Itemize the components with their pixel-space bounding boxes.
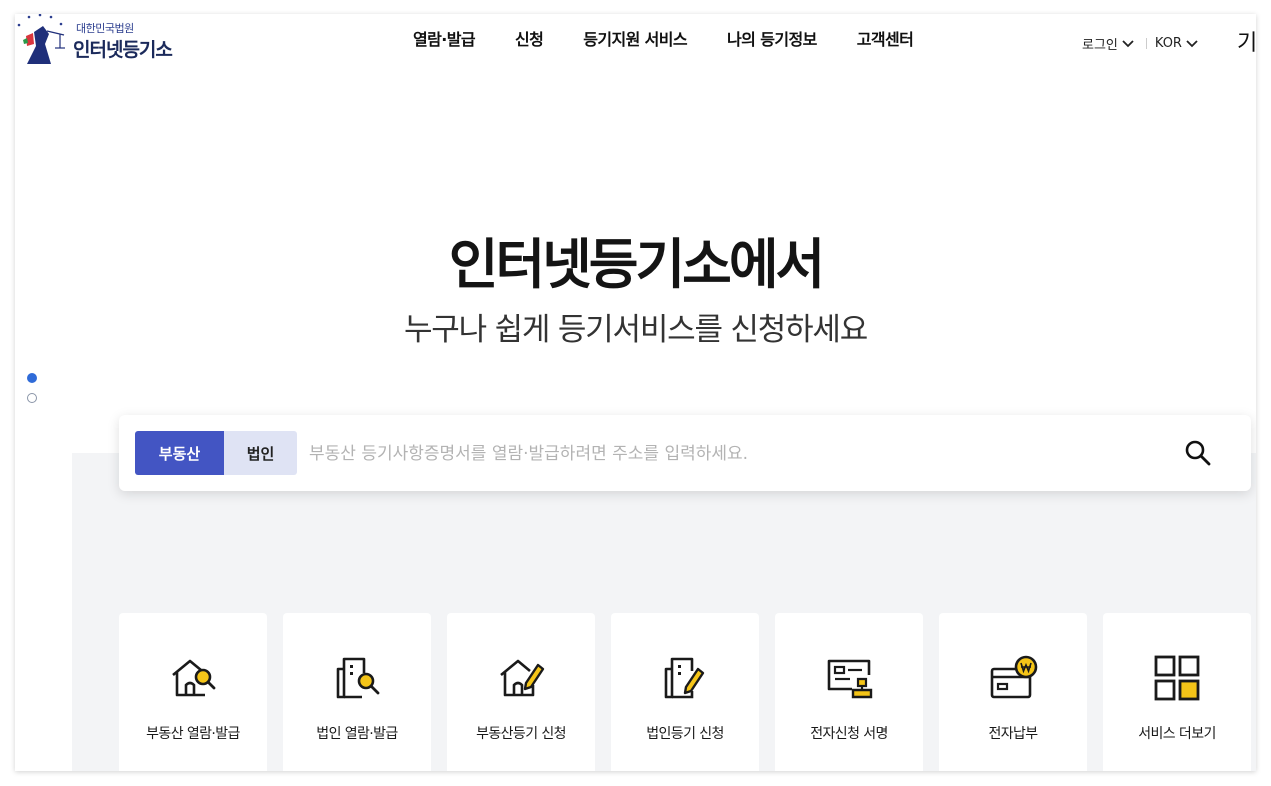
nav-support-services[interactable]: 등기지원 서비스	[583, 26, 687, 50]
quick-card-corporation-view[interactable]: 법인 열람·발급	[283, 613, 431, 771]
quick-card-real-estate-apply[interactable]: 부동산등기 신청	[447, 613, 595, 771]
hero-subtitle: 누구나 쉽게 등기서비스를 신청하세요	[403, 312, 868, 348]
tab-real-estate[interactable]: 부동산	[135, 431, 224, 475]
logo-court-name: 대한민국법원	[76, 22, 134, 35]
stamp-sign-icon	[827, 659, 873, 699]
truncated-menu-item[interactable]: 기	[1237, 25, 1256, 57]
divider	[1145, 38, 1147, 49]
chevron-down-icon	[1186, 39, 1198, 47]
document-pen-icon	[664, 657, 705, 699]
house-search-icon	[172, 659, 216, 697]
hero-title: 인터넷등기소에서	[448, 233, 825, 296]
quick-card-label: 부동산 열람·발급	[146, 726, 240, 742]
quick-card-label: 전자납부	[988, 726, 1038, 742]
chevron-down-icon	[1122, 39, 1134, 47]
quick-card-label: 법인 열람·발급	[316, 726, 398, 742]
court-emblem-icon	[17, 14, 65, 64]
nav-my-registry[interactable]: 나의 등기정보	[727, 26, 817, 50]
language-label: KOR	[1154, 36, 1182, 51]
quick-card-more-services[interactable]: 서비스 더보기	[1103, 613, 1251, 771]
won-payment-icon	[990, 655, 1038, 699]
search-box: 부동산 법인	[119, 415, 1251, 491]
quick-card-label: 전자신청 서명	[810, 726, 888, 742]
quick-card-label: 법인등기 신청	[646, 726, 724, 742]
quick-menu-list: 부동산 열람·발급 법인 열람·발급 부동산등기 신청 법인등기 신청 전자신청…	[119, 613, 1256, 771]
language-dropdown[interactable]: KOR	[1155, 36, 1199, 51]
utility-menu: 로그인 KOR	[1082, 34, 1199, 53]
slider-dot[interactable]	[27, 393, 37, 403]
quick-card-label: 서비스 더보기	[1138, 726, 1216, 742]
login-dropdown[interactable]: 로그인	[1082, 34, 1135, 53]
search-icon	[1185, 440, 1211, 466]
page-frame: 대한민국법원 인터넷등기소 열람·발급 신청 등기지원 서비스 나의 등기정보 …	[15, 14, 1256, 771]
search-button[interactable]	[1183, 438, 1213, 468]
logo-site-name: 인터넷등기소	[73, 39, 173, 61]
nav-view-issue[interactable]: 열람·발급	[413, 26, 476, 50]
nav-apply[interactable]: 신청	[515, 26, 544, 50]
nav-customer-center[interactable]: 고객센터	[857, 26, 914, 50]
house-pen-icon	[500, 659, 545, 697]
quick-card-corporation-apply[interactable]: 법인등기 신청	[611, 613, 759, 771]
quick-card-e-payment[interactable]: 전자납부	[939, 613, 1087, 771]
slider-dot-active[interactable]	[27, 373, 37, 383]
site-logo[interactable]: 대한민국법원 인터넷등기소	[15, 14, 195, 70]
address-search-input[interactable]	[307, 431, 1151, 477]
main-navigation: 열람·발급 신청 등기지원 서비스 나의 등기정보 고객센터	[413, 26, 953, 50]
login-label: 로그인	[1082, 38, 1118, 53]
quick-card-e-signature[interactable]: 전자신청 서명	[775, 613, 923, 771]
tab-corporation[interactable]: 법인	[224, 431, 297, 475]
grid-more-icon	[1154, 655, 1200, 701]
building-search-icon	[336, 657, 380, 699]
quick-card-label: 부동산등기 신청	[476, 726, 566, 742]
quick-card-real-estate-view[interactable]: 부동산 열람·발급	[119, 613, 267, 771]
